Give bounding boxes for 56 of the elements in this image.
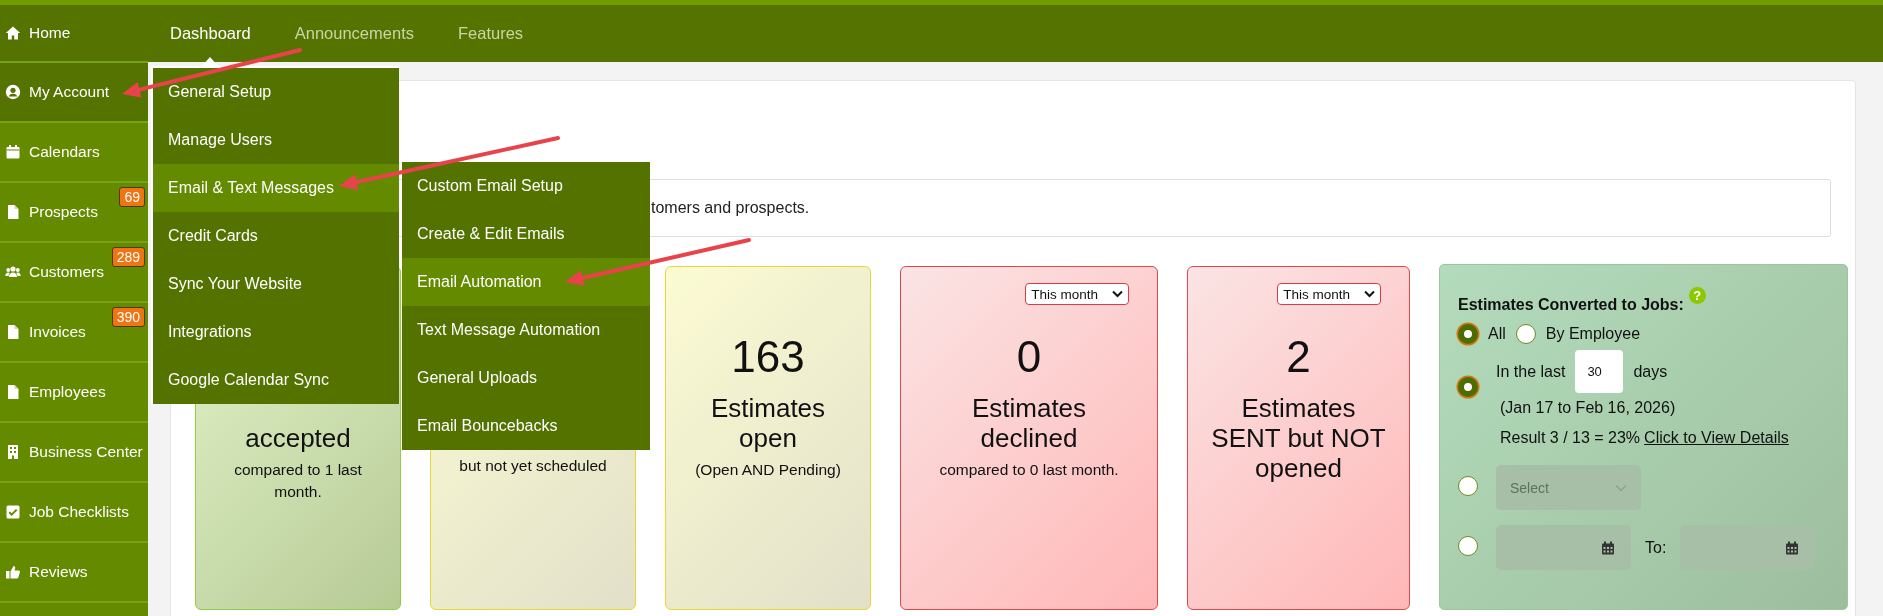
checkbox-icon <box>5 504 21 520</box>
radio-label: By Employee <box>1545 325 1641 343</box>
unit-label: days <box>1633 362 1668 381</box>
radio-button[interactable] <box>1458 376 1478 397</box>
stat-number: 163 <box>731 331 805 383</box>
count-badge: 289 <box>111 247 145 267</box>
radio-label: In the last <box>1496 362 1566 381</box>
to-label: To: <box>1645 538 1667 557</box>
radio-button[interactable] <box>1458 535 1478 556</box>
info-text: tomers and prospects. <box>651 199 810 217</box>
menu-item[interactable]: Email & Text Messages <box>153 164 399 212</box>
card-heading: Estimates Converted to Jobs: <box>1458 296 1684 314</box>
chevron-down-icon <box>1615 483 1627 492</box>
stat-title: Estimates SENT but NOT opened <box>1211 393 1386 483</box>
chevron-down-icon <box>1364 290 1375 298</box>
radio-button[interactable] <box>1515 324 1536 344</box>
count-badge: 69 <box>119 187 145 207</box>
nav-tab[interactable]: Features <box>458 24 524 43</box>
sidebar-item[interactable]: Home <box>0 5 148 63</box>
stat-title: accepted <box>245 423 351 453</box>
home-icon <box>5 25 21 41</box>
period-dropdown[interactable]: This month <box>1025 283 1129 305</box>
stat-title: Estimates declined <box>971 393 1087 453</box>
result-text: Result 3 / 13 = 23% <box>1500 429 1641 447</box>
date-field[interactable] <box>1496 525 1631 570</box>
calendar-icon <box>1785 540 1800 555</box>
calendar-icon <box>1601 540 1615 555</box>
stat-title: Estimates open <box>710 393 826 453</box>
stat-number: 2 <box>1286 331 1311 383</box>
user-icon <box>5 84 21 100</box>
nav-tab[interactable]: Announcements <box>294 24 414 43</box>
building-icon <box>5 444 21 460</box>
radio-button[interactable] <box>1458 324 1478 344</box>
period-dropdown[interactable]: This month <box>1277 283 1381 305</box>
calendar-icon <box>5 144 21 160</box>
nav-tab[interactable]: Dashboard <box>170 24 251 43</box>
chevron-down-icon <box>1112 290 1123 298</box>
date-range-text: (Jan 17 to Feb 16, 2026) <box>1500 399 1677 417</box>
menu-item[interactable]: Email Automation <box>402 258 650 306</box>
count-badge: 390 <box>111 307 145 327</box>
stat-subtitle: (Open AND Pending) <box>694 460 842 480</box>
document-icon <box>5 324 21 340</box>
days-input[interactable]: 30 <box>1575 350 1624 393</box>
stat-subtitle: but not yet scheduled <box>458 456 608 476</box>
stat-subtitle: compared to 0 last month. <box>938 460 1120 480</box>
radio-label: All <box>1488 325 1506 343</box>
sidebar-item[interactable]: My Account <box>0 63 148 123</box>
stat-subtitle: compared to 1 last month. <box>233 460 363 502</box>
date-field[interactable] <box>1680 525 1816 570</box>
users-icon <box>5 264 21 280</box>
radio-button[interactable] <box>1458 475 1478 496</box>
stat-number: 0 <box>1016 331 1042 383</box>
document-icon <box>5 204 21 220</box>
thumbs-up-icon <box>5 564 21 580</box>
view-details-link[interactable]: Click to View Details <box>1644 429 1789 447</box>
document-icon <box>5 384 21 400</box>
